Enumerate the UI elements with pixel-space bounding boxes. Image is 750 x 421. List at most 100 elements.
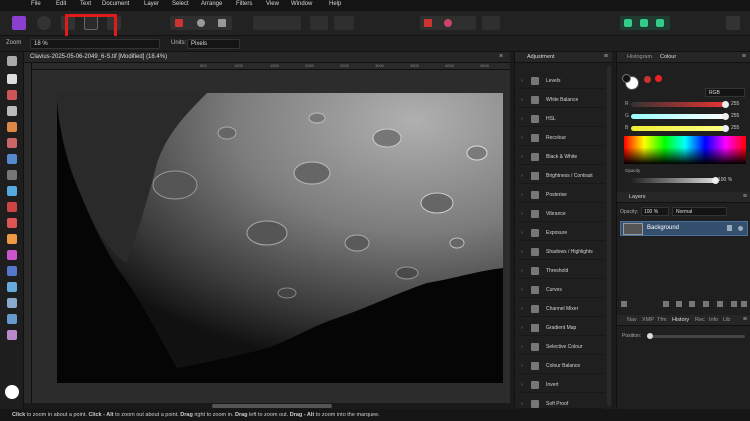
opacity-slider[interactable] <box>631 177 719 184</box>
blue-value[interactable]: 255 <box>731 125 739 131</box>
blue-slider[interactable] <box>631 125 729 132</box>
adjustment-scrollbar[interactable] <box>607 66 611 406</box>
menu-edit[interactable]: Edit <box>56 1 66 7</box>
panel-menu-icon[interactable]: ≡ <box>742 53 746 60</box>
units-select[interactable]: Pixels <box>187 39 240 49</box>
menu-document[interactable]: Document <box>102 1 129 7</box>
menu-layer[interactable]: Layer <box>144 1 159 7</box>
slider-knob[interactable] <box>722 101 729 108</box>
tab-layers[interactable]: Layers <box>629 194 646 200</box>
slider-knob[interactable] <box>722 125 729 132</box>
adjustment-item-threshold[interactable]: › Threshold <box>519 264 605 279</box>
fx-icon[interactable] <box>689 301 695 307</box>
adjustment-item-hsl[interactable]: › HSL <box>519 112 605 127</box>
adjustment-item-soft-proof[interactable]: › Soft Proof <box>519 397 605 409</box>
freehand-select-icon[interactable] <box>7 170 17 180</box>
healing-tool-icon[interactable] <box>7 266 17 276</box>
tab-history[interactable]: History <box>672 317 689 323</box>
menu-filters[interactable]: Filters <box>236 1 252 7</box>
adjustment-item-white-balance[interactable]: › White Balance <box>519 93 605 108</box>
document-tab[interactable]: Clavius-2025-05-06-2049_6-S.tif [Modifie… <box>24 52 510 63</box>
assistant-icon[interactable] <box>334 16 354 30</box>
tab-rec[interactable]: Rec <box>695 317 705 323</box>
color-picker-icon[interactable] <box>444 19 452 27</box>
text-tool-icon[interactable] <box>7 330 17 340</box>
history-position-slider[interactable] <box>647 333 745 339</box>
insert-behind-icon[interactable] <box>640 19 648 27</box>
panel-menu-icon[interactable]: ≡ <box>743 316 747 323</box>
slider-knob[interactable] <box>722 113 729 120</box>
tab-colour[interactable]: Colour <box>660 54 676 60</box>
tab-xmp[interactable]: XMP <box>642 317 654 323</box>
mask-layer-icon[interactable] <box>676 301 682 307</box>
move-tool-icon[interactable] <box>7 74 17 84</box>
menu-view[interactable]: View <box>266 1 279 7</box>
layer-row-background[interactable]: Background <box>620 221 748 236</box>
flood-select-icon[interactable] <box>7 138 17 148</box>
menu-help[interactable]: Help <box>329 1 341 7</box>
adjustment-item-gradient-map[interactable]: › Gradient Map <box>519 321 605 336</box>
app-persona-icon[interactable] <box>12 16 26 30</box>
layer-opacity-field[interactable]: 100 % <box>641 207 669 216</box>
insert-inside-icon[interactable] <box>624 19 632 27</box>
close-icon[interactable]: × <box>499 53 506 60</box>
tab-nav[interactable]: Nav <box>627 317 637 323</box>
green-slider[interactable] <box>631 113 729 120</box>
scrollbar-thumb[interactable] <box>212 404 332 408</box>
adjustment-item-brightness-contrast[interactable]: › Brightness / Contrast <box>519 169 605 184</box>
view-tool-icon[interactable] <box>7 56 17 66</box>
menu-arrange[interactable]: Arrange <box>201 1 222 7</box>
lock-icon[interactable] <box>727 225 732 231</box>
duplicate-layer-icon[interactable] <box>731 301 737 307</box>
view-mode-icon[interactable] <box>175 19 183 27</box>
shape-tool-icon[interactable] <box>7 314 17 324</box>
moon-image[interactable] <box>57 93 503 383</box>
delete-layer-icon[interactable] <box>741 301 747 307</box>
auto-levels-icon[interactable] <box>197 19 205 27</box>
adjustment-item-channel-mixer[interactable]: › Channel Mixer <box>519 302 605 317</box>
opacity-value[interactable]: 100 % <box>718 177 732 183</box>
marquee-tool-icon[interactable] <box>7 154 17 164</box>
pen-tool-icon[interactable] <box>7 298 17 308</box>
adjustment-item-shadows-highlights[interactable]: › Shadows / Highlights <box>519 245 605 260</box>
insert-above-icon[interactable] <box>656 19 664 27</box>
selection-mode-group[interactable] <box>253 16 301 30</box>
menu-select[interactable]: Select <box>172 1 189 7</box>
account-icon[interactable] <box>726 16 740 30</box>
no-color-icon[interactable] <box>644 76 651 83</box>
zoom-input[interactable]: 18 % <box>30 39 160 49</box>
auto-contrast-icon[interactable] <box>218 19 226 27</box>
paint-brush-icon[interactable] <box>7 202 17 212</box>
green-value[interactable]: 255 <box>731 113 739 119</box>
menu-file[interactable]: File <box>31 1 41 7</box>
menu-window[interactable]: Window <box>291 1 312 7</box>
red-eye-tool-icon[interactable] <box>7 282 17 292</box>
panel-menu-icon[interactable]: ≡ <box>743 193 747 200</box>
flood-fill-icon[interactable] <box>7 186 17 196</box>
panel-menu-icon[interactable]: ≡ <box>604 53 608 60</box>
adjustment-item-vibrance[interactable]: › Vibrance <box>519 207 605 222</box>
tab-tfm[interactable]: Tfm <box>657 317 666 323</box>
visibility-icon[interactable] <box>738 226 743 231</box>
red-value[interactable]: 255 <box>731 101 739 107</box>
chat-icon[interactable] <box>482 16 500 30</box>
pixel-tool-icon[interactable] <box>7 218 17 228</box>
menu-text[interactable]: Text <box>80 1 91 7</box>
adjustment-layer-icon[interactable] <box>663 301 669 307</box>
tab-info[interactable]: Info <box>709 317 718 323</box>
adjustment-item-recolour[interactable]: › Recolour <box>519 131 605 146</box>
adjustment-item-posterise[interactable]: › Posterise <box>519 188 605 203</box>
red-slider[interactable] <box>631 101 729 108</box>
adjustment-item-curves[interactable]: › Curves <box>519 283 605 298</box>
liquify-persona-icon[interactable] <box>37 16 51 30</box>
clone-tool-icon[interactable] <box>7 234 17 244</box>
color-picker-icon[interactable] <box>655 75 662 82</box>
adjustment-item-levels[interactable]: › Levels <box>519 74 605 89</box>
blend-mode-select[interactable]: Normal <box>672 207 727 216</box>
tab-adjustment[interactable]: Adjustment <box>527 54 555 60</box>
color-picker-tool-icon[interactable] <box>7 90 17 100</box>
quick-mask-icon[interactable] <box>424 19 432 27</box>
stroke-color-swatch[interactable] <box>622 74 631 83</box>
adjustment-item-colour-balance[interactable]: › Colour Balance <box>519 359 605 374</box>
tab-histogram[interactable]: Histogram <box>627 54 652 60</box>
